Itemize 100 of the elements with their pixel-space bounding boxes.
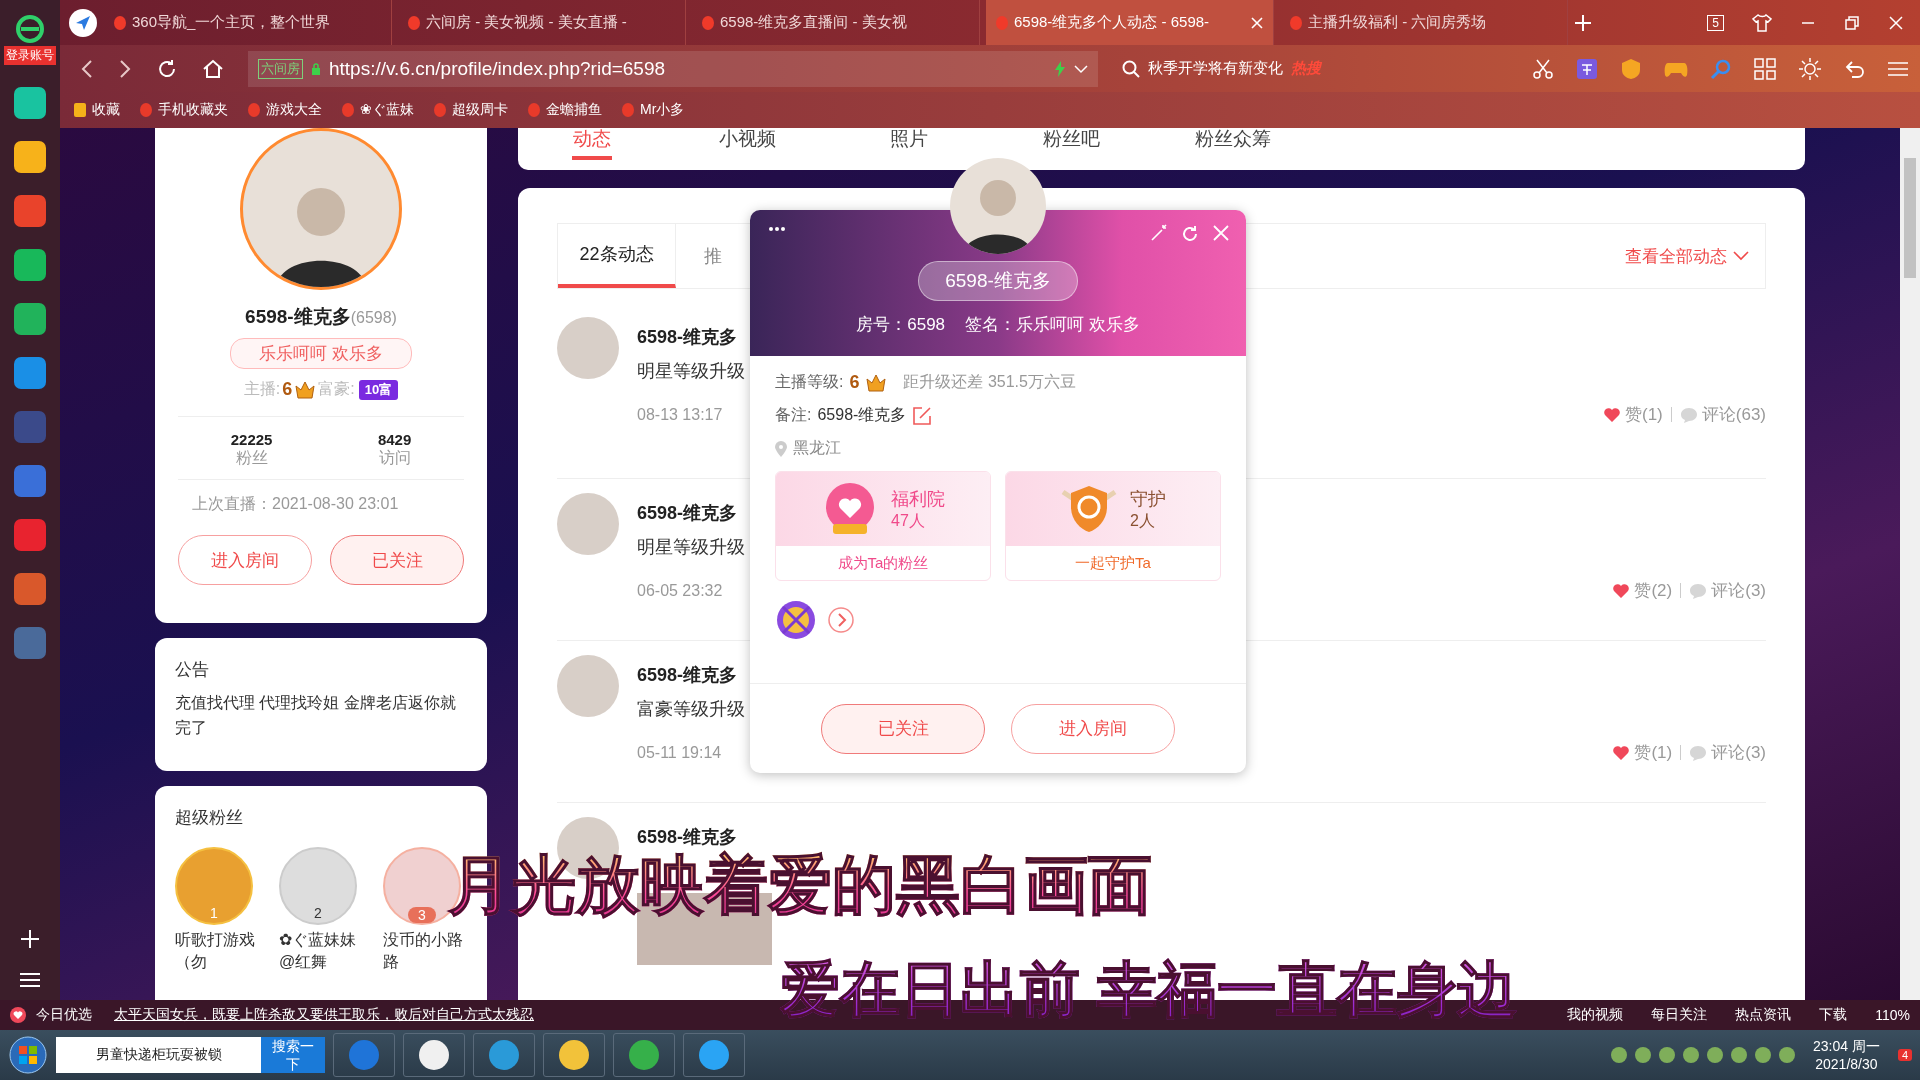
translate-icon[interactable] — [1576, 57, 1598, 80]
navigation-icon[interactable] — [68, 7, 98, 38]
taskbar-app-icon[interactable] — [683, 1033, 745, 1077]
taskbar-app-icon[interactable] — [613, 1033, 675, 1077]
search-icon — [1122, 59, 1140, 78]
back-icon[interactable] — [80, 58, 94, 79]
reload-icon[interactable] — [156, 57, 178, 80]
restore-icon[interactable] — [1844, 14, 1860, 31]
swords-badge-icon[interactable] — [775, 599, 817, 641]
sidebar-app-icon[interactable] — [14, 519, 46, 551]
bookmark-item[interactable]: 手机收藏夹 — [140, 101, 228, 119]
post-author[interactable]: 6598-维克多 — [637, 325, 738, 349]
new-tab-icon[interactable] — [1574, 13, 1592, 32]
wand-icon[interactable] — [1150, 224, 1168, 242]
feed-tab[interactable]: 22条动态 — [558, 224, 676, 288]
sun-icon[interactable] — [1798, 56, 1822, 81]
lightning-icon[interactable] — [1054, 60, 1066, 77]
more-icon[interactable] — [768, 226, 786, 232]
browser-logo-icon[interactable] — [15, 14, 45, 44]
search-button[interactable]: 搜索一下 — [261, 1037, 325, 1073]
location-text: 黑龙江 — [793, 438, 841, 458]
bookmark-item[interactable]: 超级周卡 — [434, 101, 508, 119]
tray-icon[interactable] — [1706, 1047, 1723, 1063]
lock-icon — [311, 62, 321, 75]
login-button[interactable]: 登录账号 — [4, 46, 56, 65]
bookmark-item[interactable]: 游戏大全 — [248, 101, 322, 119]
edit-icon[interactable] — [912, 405, 933, 426]
tray-icon[interactable] — [1730, 1047, 1747, 1063]
sidebar-app-icon[interactable] — [14, 195, 46, 227]
nav-tab[interactable]: 小视频 — [666, 128, 828, 160]
card-action[interactable]: 成为Ta的粉丝 — [776, 546, 990, 580]
browser-tab[interactable]: 6598-维克多个人动态 - 6598- — [986, 0, 1274, 45]
menu-icon[interactable] — [20, 972, 40, 988]
shirt-icon[interactable] — [1752, 13, 1772, 32]
popup-name: 6598-维克多 — [918, 261, 1078, 301]
status-bar-item[interactable]: 下载 — [1819, 1006, 1848, 1024]
anchor-label: 主播: — [243, 379, 281, 399]
notification-badge[interactable]: 4 — [1897, 1049, 1912, 1061]
bookmark-item[interactable]: 收藏 — [74, 101, 120, 119]
tab-count[interactable]: 5 — [1707, 14, 1724, 31]
forward-icon[interactable] — [118, 58, 132, 79]
post-author[interactable]: 6598-维克多 — [637, 663, 738, 687]
nav-tab[interactable]: 照片 — [828, 128, 990, 160]
sidebar-app-icon[interactable] — [14, 141, 46, 173]
sidebar-app-icon[interactable] — [14, 303, 46, 335]
popup-card[interactable]: 福利院 47人 成为Ta的粉丝 — [775, 471, 991, 581]
sidebar-app-icon[interactable] — [14, 357, 46, 389]
add-icon[interactable] — [19, 928, 41, 950]
status-bar-item[interactable]: 热点资讯 — [1735, 1006, 1792, 1024]
dropdown-icon[interactable] — [1074, 63, 1088, 74]
news-ticker-link[interactable]: 太平天国女兵，既要上阵杀敌又要供王取乐，败后对自己方式太残忍 — [114, 1006, 534, 1024]
zoom-level[interactable]: 110% — [1875, 1007, 1910, 1023]
search-field[interactable]: 秋季开学将有新变化 热搜 — [1122, 50, 1372, 87]
bookmark-item[interactable]: Mr小多 — [622, 101, 685, 119]
close-icon[interactable] — [1888, 14, 1904, 31]
refresh-icon[interactable] — [1180, 224, 1200, 244]
room-action-button[interactable]: 进入房间 — [178, 535, 312, 585]
tray-icon[interactable] — [1754, 1047, 1771, 1063]
taskbar-search-field[interactable]: 男童快递柜玩耍被锁 — [56, 1037, 261, 1073]
tray-icon[interactable] — [1658, 1047, 1675, 1063]
fan-name[interactable]: ✿ぐ蓝妹妹@红舞 — [279, 929, 359, 974]
chevron-right-icon[interactable] — [827, 606, 855, 634]
status-bar-item[interactable]: 我的视频 — [1567, 1006, 1624, 1024]
nav-tab[interactable]: 粉丝众筹 — [1152, 128, 1314, 160]
nav-tab[interactable]: 粉丝吧 — [990, 128, 1152, 160]
status-bar-item[interactable]: 每日关注 — [1651, 1006, 1708, 1024]
bookmark-item[interactable]: ❀ぐ蓝妹 — [342, 101, 414, 119]
tray-icon[interactable] — [1778, 1047, 1795, 1063]
scissors-icon[interactable] — [1532, 57, 1554, 80]
fan-name[interactable]: 没币的小路路 — [383, 929, 463, 974]
close-tab-icon[interactable] — [1251, 16, 1263, 29]
fan-name[interactable]: 听歌打游戏（勿 — [175, 929, 255, 974]
fan-avatar[interactable]: 2 — [279, 847, 357, 925]
tray-icon[interactable] — [1610, 1047, 1627, 1063]
sidebar-app-icon[interactable] — [14, 573, 46, 605]
chevron-down-icon[interactable] — [1733, 251, 1749, 261]
card-count: 2人 — [1130, 510, 1156, 531]
stat-value: 22225 — [230, 431, 273, 448]
popup-card[interactable]: 守护 2人 一起守护Ta — [1005, 471, 1221, 581]
taskbar-app-icon[interactable] — [403, 1033, 465, 1077]
profile-name: 6598-维克多 — [245, 305, 351, 329]
popup-action-button[interactable]: 进入房间 — [1011, 703, 1175, 754]
bookmark-item[interactable]: 金蟾捕鱼 — [528, 101, 602, 119]
scrollbar-thumb[interactable] — [1904, 158, 1916, 278]
tray-icon[interactable] — [1682, 1047, 1699, 1063]
sidebar-app-icon[interactable] — [14, 87, 46, 119]
post-author[interactable]: 6598-维克多 — [637, 501, 738, 525]
nav-tab[interactable]: 动态 — [572, 128, 612, 160]
grid-icon[interactable] — [1754, 57, 1776, 80]
view-all-link[interactable]: 查看全部动态 — [1625, 244, 1733, 268]
home-icon[interactable] — [202, 57, 224, 80]
taskbar-app-icon[interactable] — [543, 1033, 605, 1077]
card-count: 47人 — [891, 510, 926, 531]
today-pick-link[interactable]: 今日优选 — [36, 1006, 92, 1024]
start-button-icon[interactable] — [8, 1035, 48, 1075]
super-fans-title: 超级粉丝 — [175, 807, 244, 829]
tray-icon[interactable] — [1634, 1047, 1651, 1063]
address-field[interactable]: 六间房 https://v.6.cn/profile/index.php?rid=6598 — [248, 50, 1098, 87]
close-icon[interactable] — [1212, 224, 1230, 242]
sidebar-app-icon[interactable] — [14, 249, 46, 281]
